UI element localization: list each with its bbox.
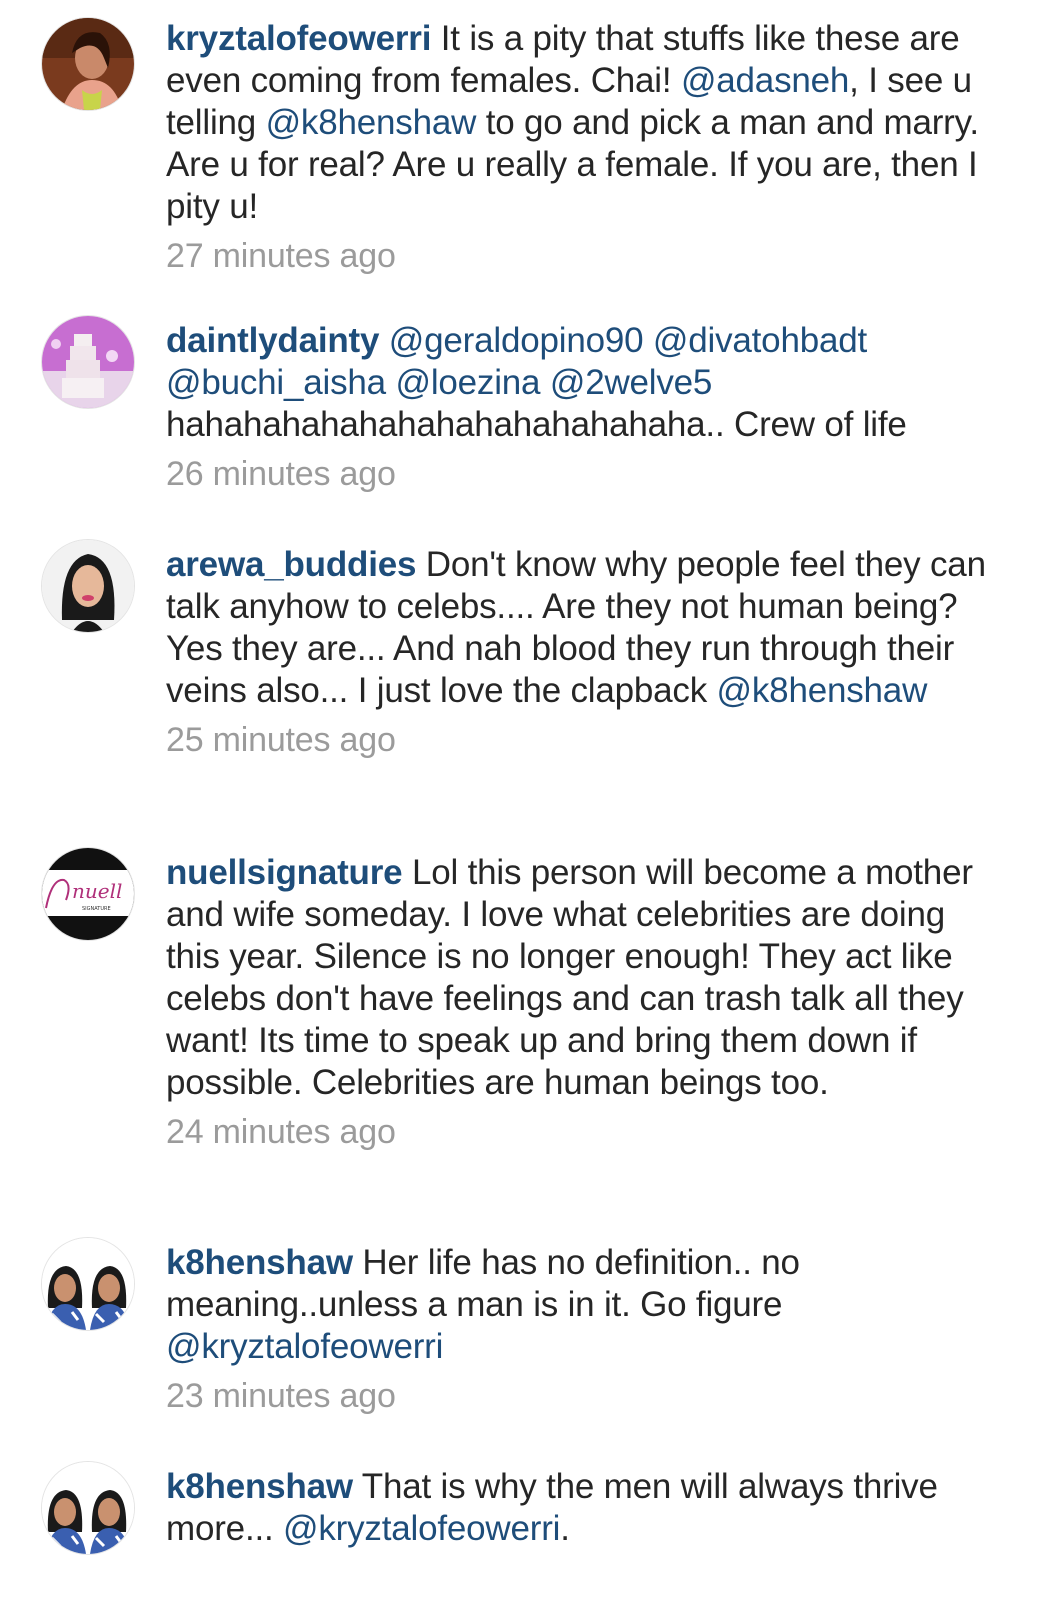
woman-portrait-avatar-icon (42, 18, 134, 110)
comment-username[interactable]: nuellsignature (166, 853, 403, 892)
comment-body: nuellsignature Lol this person will beco… (166, 852, 996, 1153)
user-avatar[interactable] (42, 1462, 134, 1554)
mention-link[interactable]: @kryztalofeowerri (283, 1509, 560, 1548)
comment-text (379, 321, 389, 360)
mention-link[interactable]: @k8henshaw (266, 103, 477, 142)
logo-text: nuell (72, 879, 122, 903)
comment-username[interactable]: k8henshaw (166, 1243, 353, 1282)
comment-text: . (560, 1509, 570, 1548)
comment-timestamp: 25 minutes ago (166, 721, 396, 759)
twin-women-avatar-icon (42, 1238, 134, 1330)
user-avatar[interactable]: nuell SIGNATURE (42, 848, 134, 940)
comment-body: k8henshaw That is why the men will alway… (166, 1466, 996, 1557)
comment-timestamp: 26 minutes ago (166, 455, 396, 493)
mention-link[interactable]: @buchi_aisha (166, 363, 386, 402)
comment-text: hahahahahahahahahahahahahaha.. Crew of l… (166, 405, 907, 444)
user-avatar[interactable] (42, 18, 134, 110)
comment-text (643, 321, 653, 360)
comment-username[interactable]: arewa_buddies (166, 545, 416, 584)
user-avatar[interactable] (42, 540, 134, 632)
user-avatar[interactable] (42, 316, 134, 408)
woman-portrait-avatar-icon (42, 540, 134, 632)
comment-timestamp: 23 minutes ago (166, 1377, 396, 1415)
mention-link[interactable]: @loezina (395, 363, 540, 402)
comment-body: daintlydainty @geraldopino90 @divatohbad… (166, 320, 996, 495)
comment-username[interactable]: k8henshaw (166, 1467, 353, 1506)
comment-timestamp: 24 minutes ago (166, 1113, 396, 1151)
mention-link[interactable]: @kryztalofeowerri (166, 1327, 443, 1366)
mention-link[interactable]: @divatohbadt (653, 321, 867, 360)
comment-body: arewa_buddies Don't know why people feel… (166, 544, 996, 761)
twin-women-avatar-icon (42, 1462, 134, 1554)
wedding-cake-avatar-icon (42, 316, 134, 408)
mention-link[interactable]: @geraldopino90 (389, 321, 644, 360)
comment-username[interactable]: daintlydainty (166, 321, 379, 360)
comment-body: kryztalofeowerri It is a pity that stuff… (166, 18, 996, 277)
comment-text (540, 363, 550, 402)
comment-timestamp: 27 minutes ago (166, 237, 396, 275)
logo-subtext: SIGNATURE (82, 906, 111, 912)
user-avatar[interactable] (42, 1238, 134, 1330)
comment-body: k8henshaw Her life has no definition.. n… (166, 1242, 996, 1417)
mention-link[interactable]: @2welve5 (550, 363, 713, 402)
nuell-signature-logo-avatar-icon: nuell SIGNATURE (42, 848, 134, 940)
comment-username[interactable]: kryztalofeowerri (166, 19, 431, 58)
mention-link[interactable]: @k8henshaw (717, 671, 928, 710)
mention-link[interactable]: @adasneh (681, 61, 849, 100)
